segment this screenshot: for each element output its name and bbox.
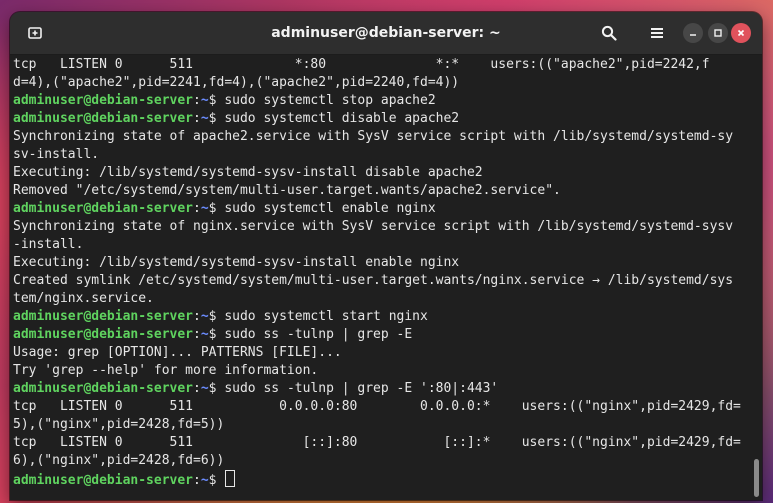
command-text: sudo systemctl start nginx	[224, 309, 428, 324]
prompt-symbol: $	[208, 381, 225, 396]
close-button[interactable]	[731, 23, 751, 43]
command-line: adminuser@debian-server:~$	[13, 470, 753, 488]
command-line: adminuser@debian-server:~$ sudo ss -tuln…	[13, 380, 753, 398]
minimize-button[interactable]	[683, 23, 703, 43]
output-line: Usage: grep [OPTION]... PATTERNS [FILE].…	[13, 345, 342, 360]
output-line: Synchronizing state of nginx.service wit…	[13, 219, 734, 234]
command-text: sudo systemctl disable apache2	[224, 111, 460, 126]
prompt-user-host: adminuser@debian-server	[13, 327, 194, 342]
output-line: -install.	[13, 237, 84, 252]
new-tab-icon	[28, 27, 42, 39]
prompt-directory: ~	[200, 309, 209, 324]
output-line: 5),("nginx",pid=2428,fd=5))	[13, 417, 225, 432]
command-line: adminuser@debian-server:~$ sudo systemct…	[13, 308, 753, 326]
prompt-symbol: $	[208, 309, 225, 324]
prompt-separator: :	[193, 473, 201, 488]
prompt-user-host: adminuser@debian-server	[13, 111, 194, 126]
output-line: Executing: /lib/systemd/systemd-sysv-ins…	[13, 255, 460, 270]
minimize-icon	[690, 34, 696, 36]
search-icon	[601, 25, 617, 41]
prompt-symbol: $	[208, 473, 225, 488]
menu-button[interactable]	[644, 21, 670, 45]
prompt-symbol: $	[208, 93, 225, 108]
command-line: adminuser@debian-server:~$ sudo systemct…	[13, 110, 753, 128]
prompt-user-host: adminuser@debian-server	[13, 309, 194, 324]
text-cursor	[225, 470, 236, 487]
prompt-separator: :	[193, 93, 201, 108]
command-line: adminuser@debian-server:~$ sudo systemct…	[13, 200, 753, 218]
terminal-output: tcp LISTEN 0 511 *:80 *:* users:(("apach…	[13, 56, 753, 488]
prompt-symbol: $	[208, 201, 225, 216]
prompt-user-host: adminuser@debian-server	[13, 93, 194, 108]
output-line: Created symlink /etc/systemd/system/mult…	[13, 273, 734, 288]
prompt-directory: ~	[200, 473, 209, 488]
command-text: sudo ss -tulnp | grep -E ':80|:443'	[224, 381, 499, 396]
prompt-symbol: $	[208, 111, 225, 126]
maximize-icon	[714, 29, 722, 37]
prompt-separator: :	[193, 111, 201, 126]
output-line: tcp LISTEN 0 511 0.0.0.0:80 0.0.0.0:* us…	[13, 399, 741, 414]
prompt-separator: :	[193, 381, 201, 396]
close-icon	[737, 29, 745, 37]
output-line: Synchronizing state of apache2.service w…	[13, 129, 734, 144]
prompt-separator: :	[193, 201, 201, 216]
output-line: tcp LISTEN 0 511 [::]:80 [::]:* users:((…	[13, 435, 741, 450]
prompt-user-host: adminuser@debian-server	[13, 201, 194, 216]
command-line: adminuser@debian-server:~$ sudo systemct…	[13, 92, 753, 110]
prompt-user-host: adminuser@debian-server	[13, 473, 194, 488]
output-line: d=4),("apache2",pid=2241,fd=4),("apache2…	[13, 75, 460, 90]
command-text: sudo systemctl enable nginx	[224, 201, 436, 216]
command-text: sudo systemctl stop apache2	[224, 93, 436, 108]
output-line: sv-install.	[13, 147, 100, 162]
prompt-symbol: $	[208, 327, 225, 342]
output-line: Executing: /lib/systemd/systemd-sysv-ins…	[13, 165, 483, 180]
prompt-directory: ~	[200, 111, 209, 126]
new-tab-button[interactable]	[20, 21, 50, 45]
terminal-window: adminuser@debian-server: ~ tcp LISTEN 0 …	[10, 12, 762, 500]
output-line: tcp LISTEN 0 511 *:80 *:* users:(("apach…	[13, 57, 710, 72]
output-line: 6),("nginx",pid=2428,fd=6))	[13, 453, 225, 468]
command-line: adminuser@debian-server:~$ sudo ss -tuln…	[13, 326, 753, 344]
terminal-area[interactable]: tcp LISTEN 0 511 *:80 *:* users:(("apach…	[10, 55, 762, 500]
prompt-directory: ~	[200, 201, 209, 216]
prompt-separator: :	[193, 327, 201, 342]
title-bar[interactable]: adminuser@debian-server: ~	[10, 12, 762, 55]
prompt-directory: ~	[200, 327, 209, 342]
hamburger-menu-icon	[651, 28, 663, 38]
output-line: tem/nginx.service.	[13, 291, 154, 306]
prompt-user-host: adminuser@debian-server	[13, 381, 194, 396]
search-button[interactable]	[596, 21, 622, 45]
command-text: sudo ss -tulnp | grep -E	[224, 327, 413, 342]
output-line: Removed "/etc/systemd/system/multi-user.…	[13, 183, 561, 198]
prompt-separator: :	[193, 309, 201, 324]
output-line: Try 'grep --help' for more information.	[13, 363, 319, 378]
prompt-directory: ~	[200, 93, 209, 108]
maximize-button[interactable]	[708, 23, 728, 43]
scrollbar-thumb[interactable]	[754, 459, 759, 497]
prompt-directory: ~	[200, 381, 209, 396]
